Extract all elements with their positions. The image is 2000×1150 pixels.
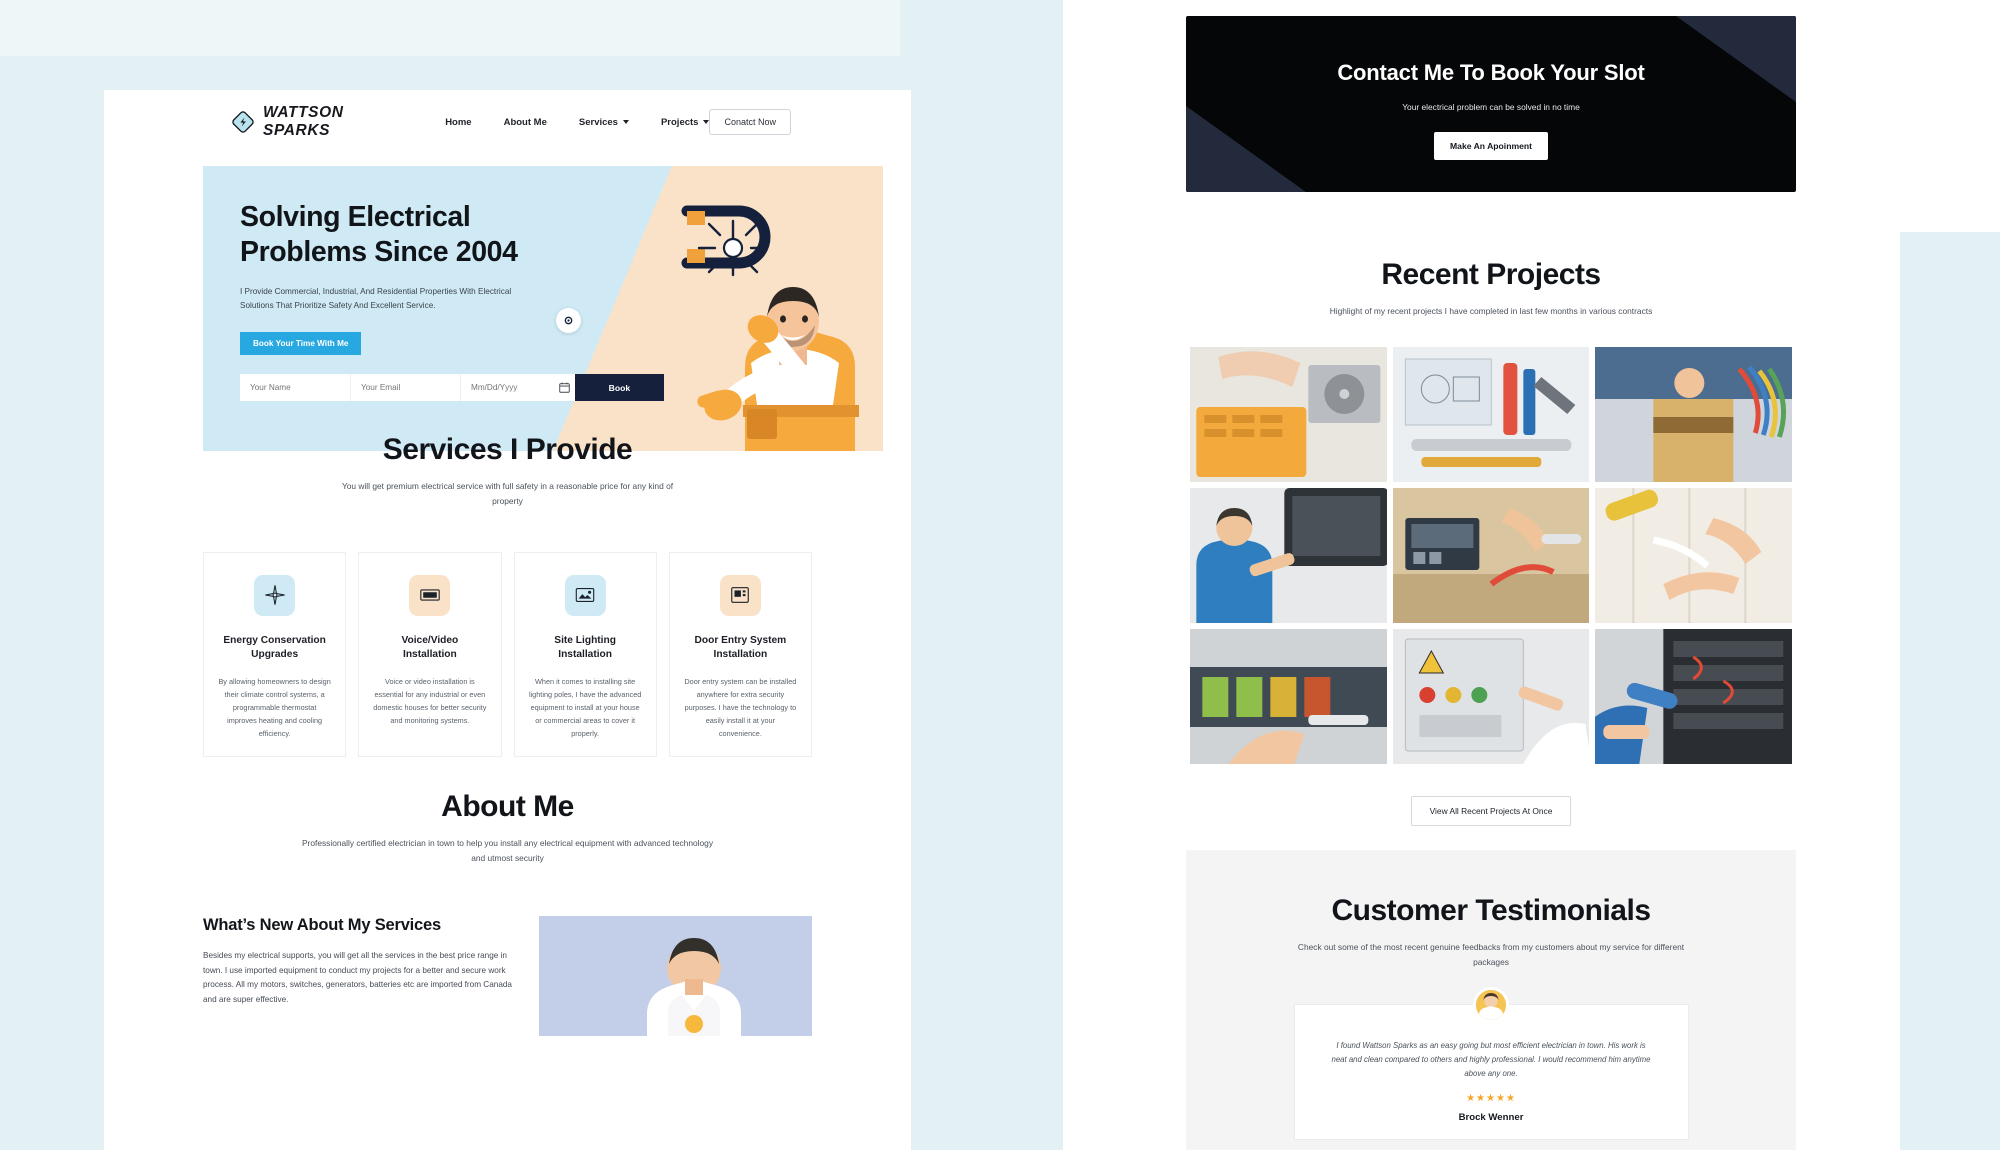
nav-item-projects[interactable]: Projects [661, 117, 710, 128]
intercom-panel-icon [409, 574, 451, 616]
background-accent-right [1900, 232, 2000, 1150]
hero-spark-badge [556, 308, 581, 333]
nav-item-home-label: Home [445, 116, 472, 128]
testimonial-quote: I found Wattson Sparks as an easy going … [1331, 1040, 1651, 1079]
project-thumbnail[interactable] [1392, 487, 1590, 623]
hero-subtitle: I Provide Commercial, Industrial, And Re… [240, 286, 512, 310]
testimonials-section: Customer Testimonials Check out some of … [1186, 850, 1796, 1150]
contact-banner-subtitle: Your electrical problem can be solved in… [1402, 102, 1580, 112]
project-thumbnail[interactable] [1392, 346, 1590, 482]
project-thumbnail[interactable] [1190, 346, 1387, 482]
about-content-row: What’s New About My Services Besides my … [104, 915, 911, 1036]
left-page-panel: WATTSON SPARKS Home About Me Services Pr… [104, 90, 911, 1150]
book-your-time-button[interactable]: Book Your Time With Me [240, 331, 362, 355]
rating-stars-icon: ★★★★★ [1466, 1093, 1516, 1105]
electrician-illustration [675, 193, 865, 451]
hero-copy: Solving Electrical Problems Since 2004 I… [240, 200, 570, 355]
projects-subtitle: Highlight of my recent projects I have c… [1329, 306, 1653, 316]
project-thumbnail[interactable] [1190, 487, 1387, 623]
booking-form: Book [240, 374, 664, 401]
service-card-title: Door Entry System Installation [694, 634, 787, 660]
testimonial-author: Brock Wenner [1458, 1112, 1524, 1124]
diamond-spark-icon [232, 111, 254, 133]
projects-grid [1186, 346, 1796, 764]
door-entry-icon [719, 574, 761, 616]
contact-banner-title: Contact Me To Book Your Slot [1337, 60, 1645, 85]
project-thumbnail[interactable] [1392, 628, 1590, 764]
contact-now-button[interactable]: Conatct Now [709, 109, 791, 135]
service-card-title: Voice/Video Installation [401, 634, 459, 660]
nav-item-about-me[interactable]: About Me [504, 117, 547, 128]
about-paragraph: Besides my electrical supports, you will… [203, 950, 512, 1005]
testimonials-subtitle: Check out some of the most recent genuin… [1297, 942, 1685, 967]
projects-section: Recent Projects Highlight of my recent p… [1186, 258, 1796, 826]
energy-star-icon [254, 574, 296, 616]
nav-links: Home About Me Services Projects [445, 117, 710, 128]
background-accent-corner [1963, 0, 2000, 232]
email-input[interactable] [350, 374, 460, 401]
hero-section: Solving Electrical Problems Since 2004 I… [203, 166, 883, 451]
services-subtitle: You will get premium electrical service … [341, 481, 674, 506]
name-input[interactable] [240, 374, 350, 401]
service-card-desc: By allowing homeowners to design their c… [218, 677, 331, 738]
avatar [1473, 986, 1509, 1023]
services-title: Services I Provide [382, 433, 633, 466]
about-title: About Me [441, 790, 574, 823]
service-card[interactable]: Energy Conservation Upgrades By allowing… [203, 551, 347, 757]
about-section: About Me Professionally certified electr… [104, 790, 911, 1036]
site-light-icon [564, 574, 606, 616]
nav-item-projects-label: Projects [660, 116, 699, 128]
brand-name: WATTSON SPARKS [263, 104, 344, 139]
make-an-appointment-button[interactable]: Make An Apoinment [1434, 132, 1548, 160]
banner-corner-accent-top-right [1676, 16, 1796, 102]
services-section: Services I Provide You will get premium … [104, 433, 911, 757]
service-card-title: Site Lighting Installation [554, 634, 616, 660]
book-submit-button[interactable]: Book [574, 374, 664, 401]
brand-logo[interactable]: WATTSON SPARKS [232, 104, 373, 140]
service-card-desc: Voice or video installation is essential… [373, 677, 487, 725]
banner-corner-accent-bottom-left [1186, 106, 1306, 192]
testimonial-card: I found Wattson Sparks as an easy going … [1293, 986, 1689, 1141]
testimonials-title: Customer Testimonials [1331, 894, 1651, 927]
service-card-desc: When it comes to installing site lightin… [528, 677, 642, 738]
chevron-down-icon [622, 120, 629, 124]
service-card[interactable]: Voice/Video Installation Voice or video … [358, 551, 502, 757]
nav-item-home[interactable]: Home [445, 117, 471, 128]
projects-title: Recent Projects [1381, 258, 1601, 291]
site-navbar: WATTSON SPARKS Home About Me Services Pr… [104, 90, 911, 154]
hero-title: Solving Electrical Problems Since 2004 [240, 200, 570, 270]
nav-item-services-label: Services [578, 116, 618, 128]
about-portrait-photo [539, 915, 812, 1036]
background-accent-top [0, 0, 900, 56]
project-thumbnail[interactable] [1595, 628, 1792, 764]
project-thumbnail[interactable] [1190, 628, 1387, 764]
nav-item-about-me-label: About Me [503, 116, 547, 128]
about-text-block: What’s New About My Services Besides my … [203, 916, 519, 1008]
about-heading: What’s New About My Services [203, 915, 441, 934]
hero-title-line2: Problems Since 2004 [240, 235, 518, 268]
service-card-title: Energy Conservation Upgrades [223, 634, 326, 660]
nav-item-services[interactable]: Services [579, 117, 629, 128]
service-card[interactable]: Site Lighting Installation When it comes… [513, 551, 657, 757]
contact-banner: Contact Me To Book Your Slot Your electr… [1186, 16, 1796, 192]
view-all-projects-button[interactable]: View All Recent Projects At Once [1410, 795, 1572, 826]
services-grid: Energy Conservation Upgrades By allowing… [104, 551, 911, 757]
calendar-icon[interactable] [555, 382, 575, 393]
project-thumbnail[interactable] [1595, 346, 1792, 482]
about-subtitle: Professionally certified electrician in … [301, 838, 714, 863]
date-input[interactable] [460, 374, 555, 401]
service-card[interactable]: Door Entry System Installation Door entr… [668, 551, 812, 757]
service-card-desc: Door entry system can be installed anywh… [684, 677, 797, 738]
project-thumbnail[interactable] [1595, 487, 1792, 623]
hero-title-line1: Solving Electrical [240, 201, 471, 233]
